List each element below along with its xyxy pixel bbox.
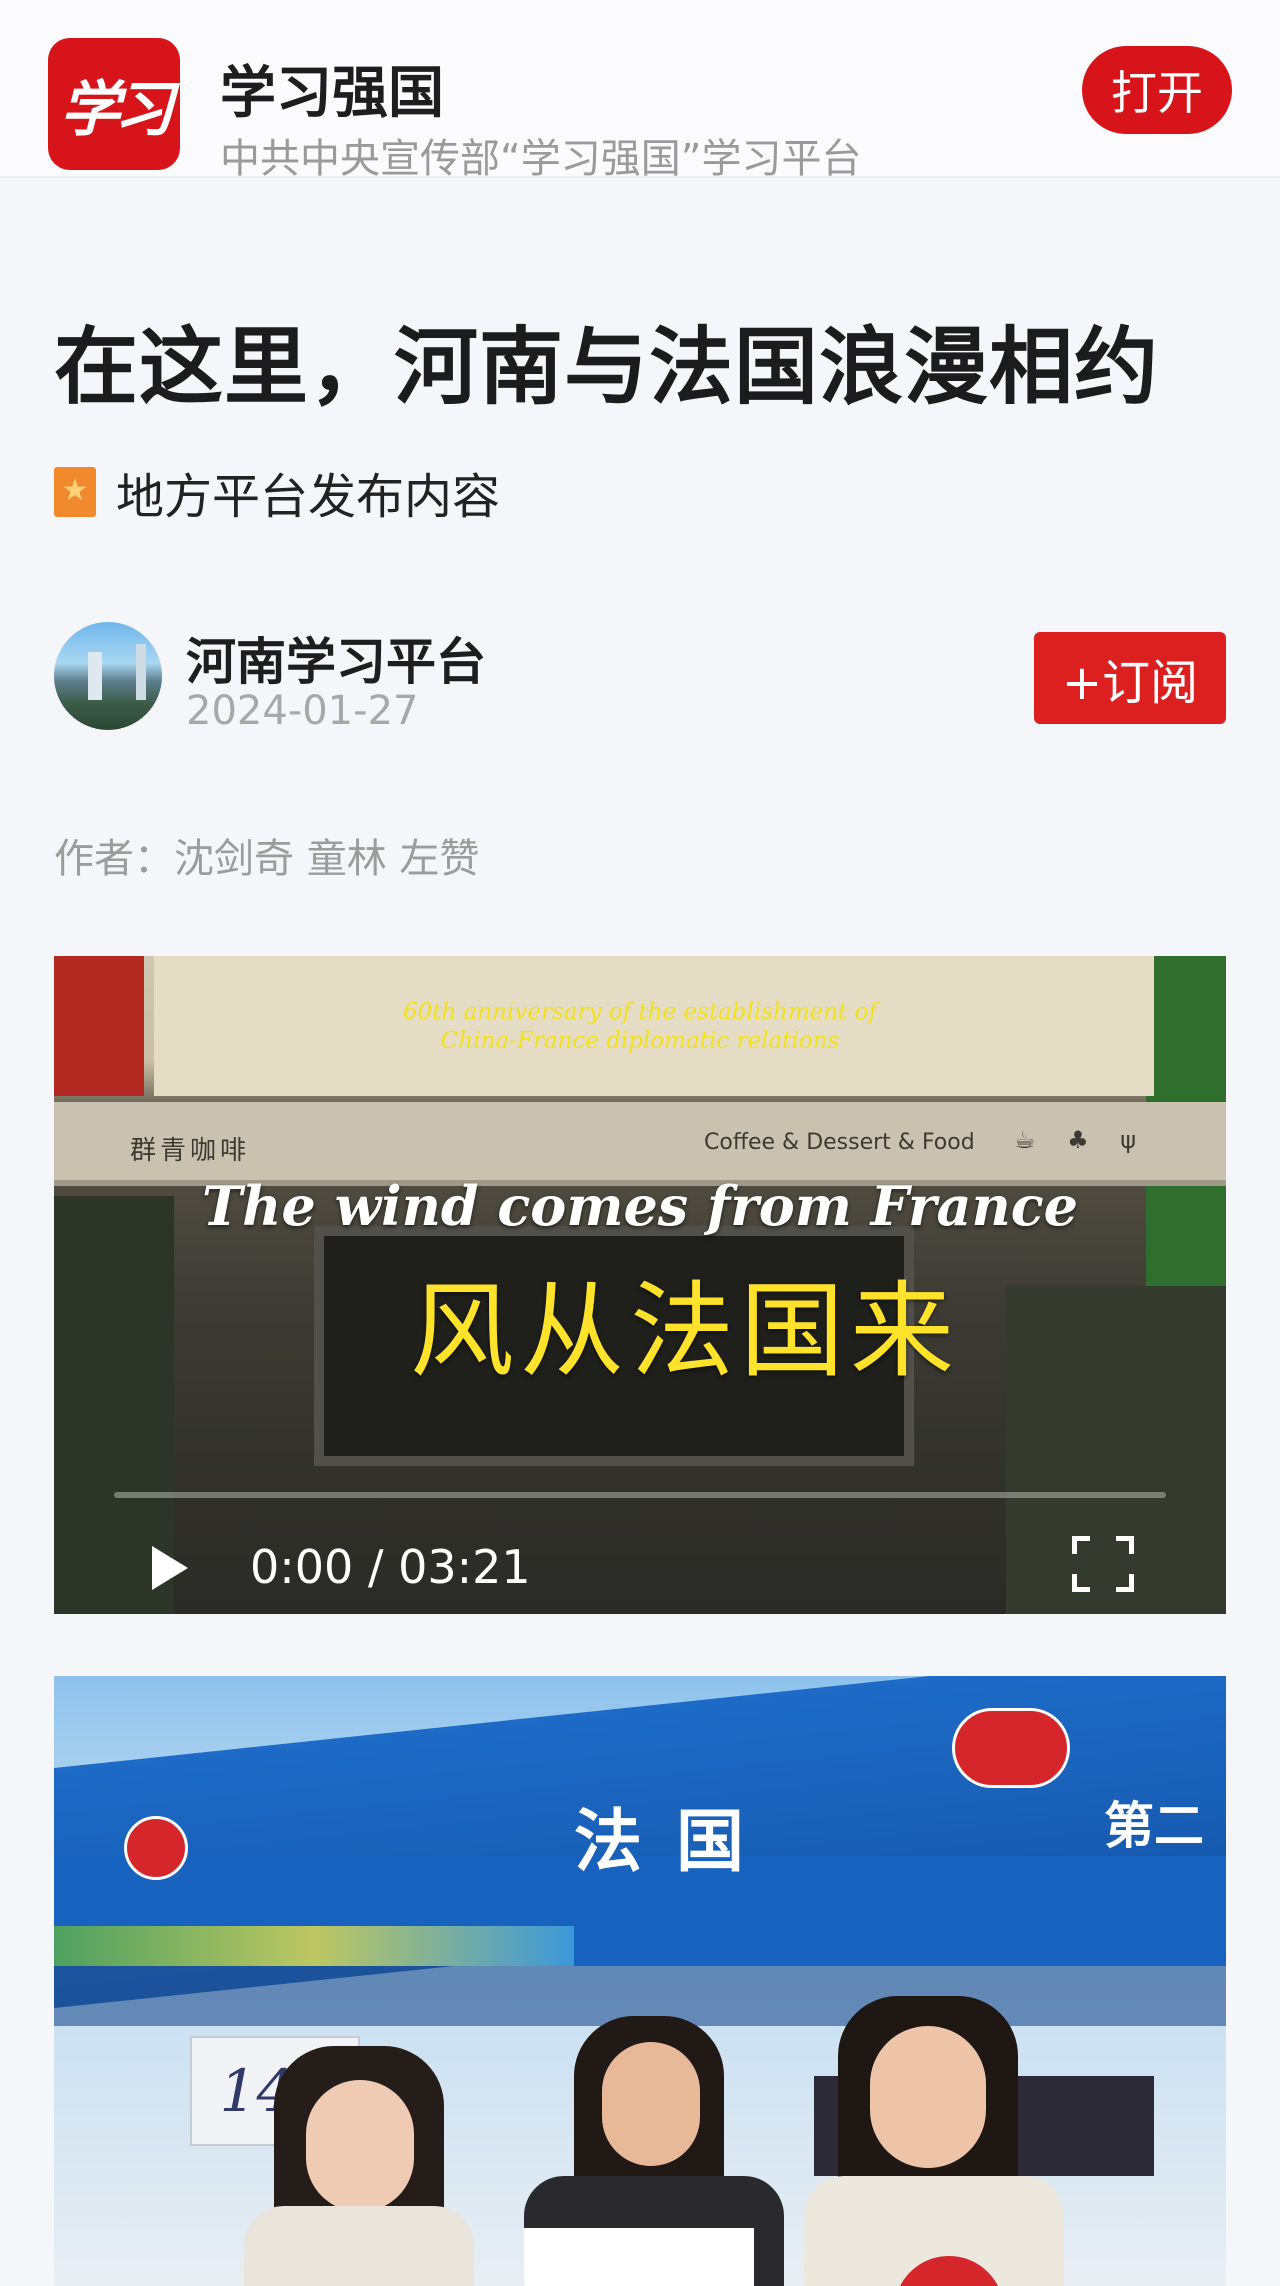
source-tag: 地方平台发布内容	[54, 462, 500, 525]
app-name: 学习强国	[220, 61, 444, 126]
time-separator: /	[367, 1540, 384, 1594]
current-time: 0:00	[250, 1540, 354, 1594]
tent-stripe	[54, 1926, 574, 1966]
bookmark-star-icon	[54, 467, 96, 517]
person-body	[244, 2206, 474, 2286]
awning-cup-icons: ☕ ♣ ψ	[1014, 1126, 1149, 1154]
person-face	[602, 2042, 700, 2166]
app-description: 中共中央宣传部“学习强国”学习平台	[220, 136, 862, 182]
person-face	[306, 2080, 414, 2212]
source-label: 地方平台发布内容	[116, 469, 501, 525]
open-app-button[interactable]: 打开	[1082, 46, 1232, 134]
article-title: 在这里，河南与法国浪漫相约	[54, 318, 1160, 416]
app-logo-icon[interactable]: 学习	[48, 38, 180, 170]
publish-date: 2024-01-27	[186, 688, 419, 734]
article-photo[interactable]: 法国 第二 140	[54, 1676, 1226, 2286]
anniversary-line-2: China-France diplomatic relations	[440, 1028, 840, 1054]
alliance-seal-logo	[124, 1816, 188, 1880]
video-title-english: The wind comes from France	[202, 1174, 1078, 1238]
tent-label: 法国	[574, 1803, 779, 1882]
person-face	[870, 2026, 986, 2168]
author-block: 河南学习平台 2024-01-27 +订阅	[54, 622, 1226, 734]
video-title-chinese: 风从法国来	[409, 1270, 960, 1392]
app-download-banner: 学习 学习强国 中共中央宣传部“学习强国”学习平台 打开	[0, 0, 1280, 182]
alliance-seal-logo	[952, 1708, 1070, 1788]
anniversary-line-1: 60th anniversary of the establishment of	[403, 999, 877, 1025]
tent-label-right: 第二	[1104, 1797, 1204, 1855]
video-player[interactable]: 60th anniversary of the establishment of…	[54, 956, 1226, 1614]
video-anniversary-caption: 60th anniversary of the establishment of…	[54, 998, 1226, 1056]
subscribe-button[interactable]: +订阅	[1034, 632, 1226, 724]
video-time: 0:00 / 03:21	[250, 1540, 531, 1594]
held-sign	[524, 2228, 754, 2286]
duration: 03:21	[398, 1540, 531, 1594]
awning-menu-text: Coffee & Dessert & Food	[704, 1130, 975, 1155]
play-icon[interactable]	[152, 1546, 188, 1590]
awning-cafe-name: 群青咖啡	[130, 1136, 251, 1166]
author-byline: 作者：沈剑奇 童林 左赞	[54, 836, 480, 882]
fullscreen-icon[interactable]	[1072, 1536, 1134, 1592]
channel-name[interactable]: 河南学习平台	[186, 622, 486, 694]
channel-avatar[interactable]	[54, 622, 162, 730]
video-progress-bar[interactable]	[114, 1492, 1166, 1498]
